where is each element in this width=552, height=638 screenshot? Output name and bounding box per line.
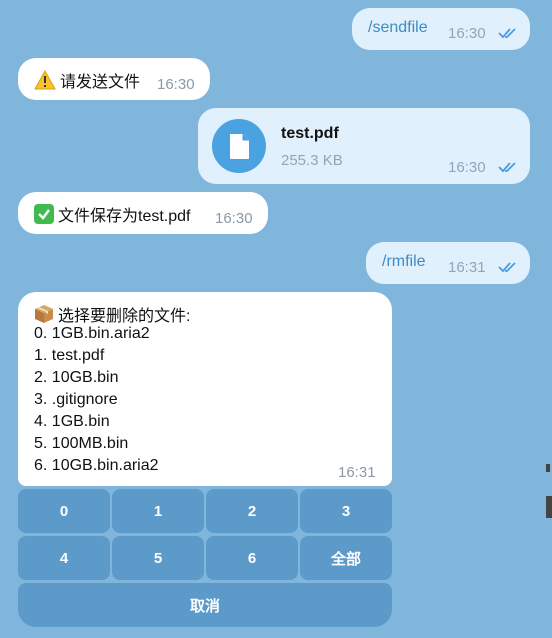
keyboard-button-1[interactable]: 1 [112,489,204,533]
clipped-edge-fragment [546,496,552,518]
file-size: 255.3 KB [281,152,343,169]
keyboard-button-5[interactable]: 5 [112,536,204,580]
read-ticks-icon [498,262,516,273]
file-name[interactable]: test.pdf [281,125,339,143]
command-sendfile[interactable]: /sendfile [368,19,428,37]
list-item: 6. 10GB.bin.aria2 [34,457,159,474]
message-time: 16:30 [448,159,486,176]
message-rmfile[interactable]: /rmfile 16:31 [366,242,530,284]
message-file-attachment[interactable]: test.pdf 255.3 KB 16:30 [198,108,530,184]
list-item: 1. test.pdf [34,347,105,364]
message-text: 文件保存为test.pdf [34,202,190,226]
command-rmfile[interactable]: /rmfile [382,253,426,271]
keyboard-button-3[interactable]: 3 [300,489,392,533]
list-item: 5. 100MB.bin [34,435,129,452]
message-time: 16:30 [157,76,195,93]
message-label: 请发送文件 [60,74,141,91]
keyboard-button-4[interactable]: 4 [18,536,110,580]
list-title: 选择要删除的文件: [34,302,190,326]
message-text: 请发送文件 [34,68,140,92]
message-send-file-prompt[interactable]: 请发送文件 16:30 [18,58,210,100]
clipped-edge-fragment [546,464,550,472]
check-mark-icon [34,204,54,224]
file-download-button[interactable] [212,119,266,173]
package-icon [35,305,53,323]
keyboard-button-2[interactable]: 2 [206,489,298,533]
keyboard-button-cancel[interactable]: 取消 [18,583,392,627]
message-time: 16:31 [448,259,486,276]
message-time: 16:30 [448,25,486,42]
document-icon [230,134,249,159]
message-time: 16:30 [215,210,253,227]
keyboard-button-0[interactable]: 0 [18,489,110,533]
message-file-saved[interactable]: 文件保存为test.pdf 16:30 [18,192,268,234]
list-item: 3. .gitignore [34,391,118,408]
read-ticks-icon [498,162,516,173]
warning-icon [34,70,56,90]
list-item: 2. 10GB.bin [34,369,119,386]
message-sendfile[interactable]: /sendfile 16:30 [352,8,530,50]
keyboard-button-6[interactable]: 6 [206,536,298,580]
message-time: 16:31 [338,464,376,481]
message-label: 文件保存为test.pdf [58,208,191,225]
keyboard-button-all[interactable]: 全部 [300,536,392,580]
list-item: 0. 1GB.bin.aria2 [34,325,150,342]
message-file-list[interactable]: 选择要删除的文件: 0. 1GB.bin.aria2 1. test.pdf 2… [18,292,392,486]
list-title-text: 选择要删除的文件: [58,308,191,325]
read-ticks-icon [498,28,516,39]
list-item: 4. 1GB.bin [34,413,110,430]
